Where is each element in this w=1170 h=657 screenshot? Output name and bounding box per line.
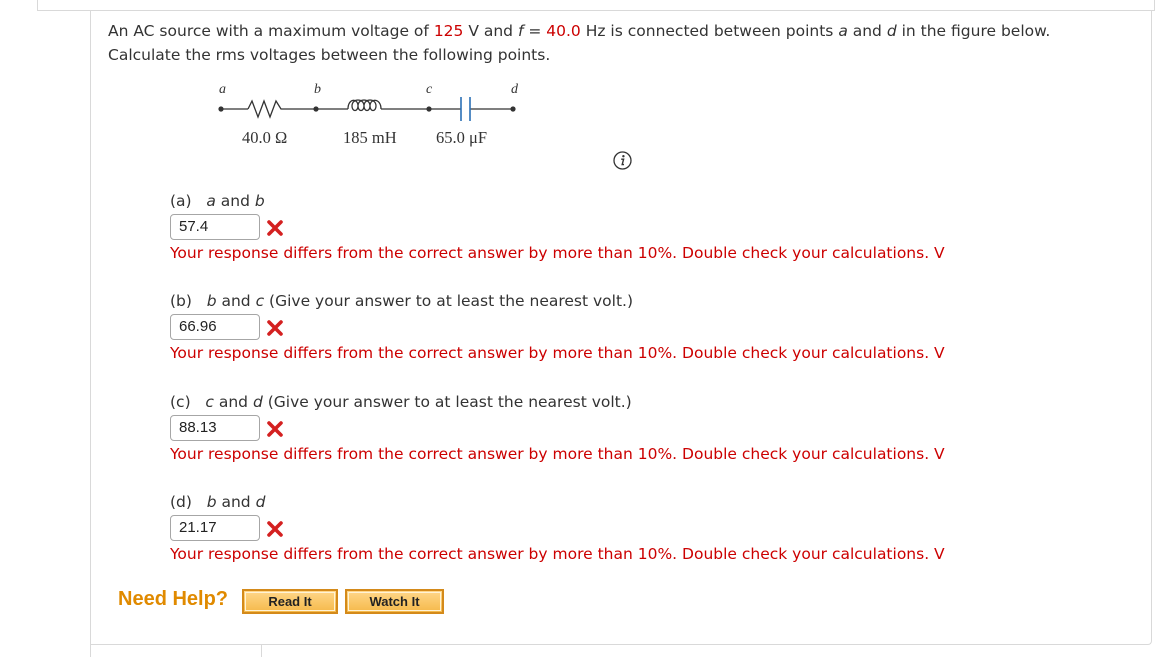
point-d-dot bbox=[510, 106, 516, 112]
point-b-dot bbox=[313, 106, 319, 112]
capacitor-label: 65.0 μF bbox=[436, 128, 487, 147]
point-a-label: a bbox=[219, 82, 226, 97]
watch-it-button[interactable]: Watch It bbox=[345, 589, 444, 614]
circuit-figure: a b c d 40.0 Ω 185 mH 65.0 μF bbox=[218, 82, 519, 147]
max-voltage-value: 125 bbox=[433, 22, 464, 40]
frequency-value: 40.0 bbox=[546, 22, 581, 40]
resistor-label: 40.0 Ω bbox=[242, 128, 287, 147]
part-a-feedback: Your response differs from the correct a… bbox=[170, 244, 945, 262]
question-text: An AC source with a maximum voltage of 1… bbox=[108, 19, 1050, 67]
read-it-button[interactable]: Read It bbox=[242, 589, 338, 614]
part-d-prompt: (d) b and d bbox=[170, 493, 266, 511]
red-x-icon bbox=[267, 320, 283, 336]
inductor-label: 185 mH bbox=[343, 128, 397, 147]
inductor-symbol bbox=[347, 99, 382, 112]
need-help-label: Need Help? bbox=[118, 588, 229, 610]
part-b-answer-input[interactable]: 66.96 bbox=[170, 314, 260, 340]
point-d-label: d bbox=[511, 82, 519, 97]
red-x-icon bbox=[267, 521, 283, 537]
point-a-dot bbox=[218, 106, 224, 112]
question-line-1: An AC source with a maximum voltage of 1… bbox=[108, 22, 1051, 40]
resistor-symbol bbox=[247, 99, 286, 119]
part-c-feedback: Your response differs from the correct a… bbox=[170, 445, 945, 463]
read-it-label: Read It bbox=[245, 592, 335, 611]
part-d-answer-input[interactable]: 21.17 bbox=[170, 515, 260, 541]
red-x-icon bbox=[267, 220, 283, 236]
part-a-answer-input[interactable]: 57.4 bbox=[170, 214, 260, 240]
watch-it-label: Watch It bbox=[348, 592, 441, 611]
point-c-label: c bbox=[426, 82, 433, 97]
part-c-answer-input[interactable]: 88.13 bbox=[170, 415, 260, 441]
point-b-label: b bbox=[314, 82, 321, 97]
part-a-prompt: (a) a and b bbox=[170, 192, 265, 210]
question-line-2: Calculate the rms voltages between the f… bbox=[108, 46, 551, 64]
point-c-dot bbox=[426, 106, 432, 112]
part-d-feedback: Your response differs from the correct a… bbox=[170, 545, 945, 563]
bottom-tab-frame bbox=[90, 644, 262, 657]
part-c-prompt: (c) c and d (Give your answer to at leas… bbox=[170, 393, 632, 411]
part-b-prompt: (b) b and c (Give your answer to at leas… bbox=[170, 292, 634, 310]
part-b-feedback: Your response differs from the correct a… bbox=[170, 344, 945, 362]
capacitor-symbol bbox=[460, 97, 471, 121]
info-icon[interactable] bbox=[613, 151, 632, 170]
red-x-icon bbox=[267, 421, 283, 437]
